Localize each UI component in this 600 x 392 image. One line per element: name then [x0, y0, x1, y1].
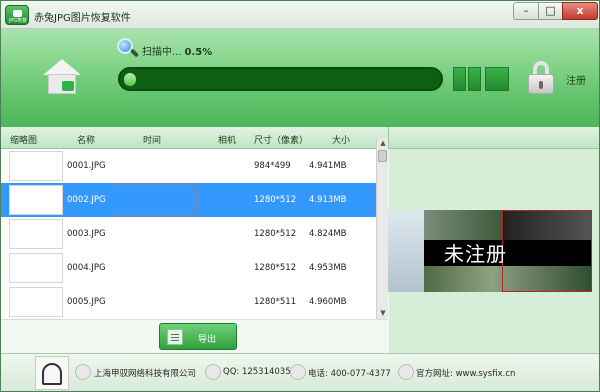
image-preview: 未注册: [388, 210, 592, 292]
export-icon-line: [171, 337, 179, 338]
column-time[interactable]: 时间: [143, 133, 161, 146]
file-size: 4.913MB: [309, 195, 347, 205]
thumbnail: [9, 287, 63, 317]
minimize-button[interactable]: –: [513, 2, 539, 20]
file-dimensions: 1280*512: [254, 229, 297, 239]
thumbnail: [9, 219, 63, 249]
view-toggle-button[interactable]: [468, 67, 481, 91]
maximize-button[interactable]: □: [538, 2, 563, 20]
logo-figure: [42, 363, 62, 385]
file-size: 4.941MB: [309, 161, 347, 171]
table-row[interactable]: 0004.JPG 1280*512 4.953MB: [1, 251, 376, 285]
file-name: 0004.JPG: [67, 263, 106, 273]
scroll-thumb[interactable]: [378, 150, 387, 162]
export-icon: [167, 329, 183, 345]
file-dimensions: 984*499: [254, 161, 291, 171]
close-button[interactable]: x: [562, 2, 598, 20]
register-button[interactable]: 注册: [527, 61, 589, 97]
home-body: [48, 74, 76, 94]
lock-keyhole: [539, 81, 543, 89]
column-size[interactable]: 大小: [332, 133, 350, 146]
register-label: 注册: [566, 76, 586, 87]
column-thumbnail[interactable]: 缩略图: [10, 133, 37, 146]
company-logo: [35, 356, 69, 390]
logo-caption: JPG恢复: [8, 18, 28, 24]
preview-sky: [388, 210, 424, 292]
header-bar: 扫描中... 0.5% 注册: [1, 29, 599, 127]
title-bar[interactable]: JPG恢复 赤兔JPG图片恢复软件 – □ x: [1, 1, 599, 29]
company-icon: [75, 364, 91, 380]
export-button[interactable]: 导出: [159, 323, 237, 350]
scan-status: 扫描中... 0.5%: [142, 43, 212, 58]
file-size: 4.960MB: [309, 297, 347, 307]
column-camera[interactable]: 相机: [218, 133, 236, 146]
file-dimensions: 1280*511: [254, 297, 297, 307]
preview-buildings: [424, 210, 502, 240]
thumbnail: [9, 185, 63, 215]
thumbnail: [9, 151, 63, 181]
file-dimensions: 1280*512: [254, 263, 297, 273]
app-logo: JPG恢复: [5, 5, 29, 25]
file-name: 0001.JPG: [67, 161, 106, 171]
column-header: 缩略图 名称 时间 相机 尺寸（像素） 大小: [1, 127, 599, 149]
company-name: 上海甲驭网络科技有限公司: [94, 369, 197, 379]
progress-fill: [124, 73, 136, 86]
phone-contact: 电话: 400-077-4377: [308, 369, 391, 379]
view-toggle-button[interactable]: [453, 67, 466, 91]
camera-icon: [13, 10, 22, 17]
export-label: 导出: [198, 335, 217, 345]
scan-percent: 0.5%: [184, 47, 213, 58]
export-icon-line: [171, 334, 179, 335]
lock-icon: [527, 61, 555, 95]
column-name[interactable]: 名称: [77, 133, 95, 146]
list-scrollbar[interactable]: ▲ ▼: [376, 138, 388, 319]
handle: [129, 48, 140, 58]
file-list[interactable]: 0001.JPG 984*499 4.941MB 0002.JPG 1280*5…: [1, 149, 376, 319]
search-icon: [117, 38, 140, 60]
file-dimensions: 1280*512: [254, 195, 297, 205]
window-title: 赤兔JPG图片恢复软件: [34, 13, 131, 24]
table-row[interactable]: 0001.JPG 984*499 4.941MB: [1, 149, 376, 183]
file-name: 0005.JPG: [67, 297, 106, 307]
table-row[interactable]: 0005.JPG 1280*511 4.960MB: [1, 285, 376, 319]
scroll-down-icon[interactable]: ▼: [378, 308, 388, 318]
view-toggle-button[interactable]: [485, 67, 509, 91]
qq-icon: [205, 364, 221, 380]
column-dimensions[interactable]: 尺寸（像素）: [254, 133, 308, 146]
table-row[interactable]: 0002.JPG 1280*512 4.913MB: [1, 183, 376, 217]
table-row[interactable]: 0003.JPG 1280*512 4.824MB: [1, 217, 376, 251]
export-icon-line: [171, 340, 179, 341]
website-link[interactable]: 官方网址: www.sysfix.cn: [416, 367, 515, 379]
file-name: 0002.JPG: [67, 195, 106, 205]
scroll-up-icon[interactable]: ▲: [378, 138, 388, 148]
qq-contact[interactable]: QQ: 1253140355: [223, 367, 296, 377]
preview-frame: [502, 210, 592, 292]
home-icon: [43, 59, 81, 75]
unregistered-watermark: 未注册: [444, 242, 507, 266]
scan-label: 扫描中...: [142, 47, 182, 58]
file-size: 4.953MB: [309, 263, 347, 273]
phone-icon: [290, 364, 306, 380]
home-button[interactable]: [43, 59, 81, 95]
cell-focus-box: [111, 185, 197, 215]
thumbnail: [9, 253, 63, 283]
column-divider: [388, 127, 389, 149]
file-name: 0003.JPG: [67, 229, 106, 239]
footer-bar: 上海甲驭网络科技有限公司 QQ: 1253140355 电话: 400-077-…: [1, 353, 599, 391]
globe-icon: [398, 364, 414, 380]
scan-progress-bar: [118, 67, 443, 91]
file-size: 4.824MB: [309, 229, 347, 239]
app-window: JPG恢复 赤兔JPG图片恢复软件 – □ x 扫描中... 0.5% 注册 缩…: [0, 0, 600, 392]
home-door: [62, 81, 74, 91]
